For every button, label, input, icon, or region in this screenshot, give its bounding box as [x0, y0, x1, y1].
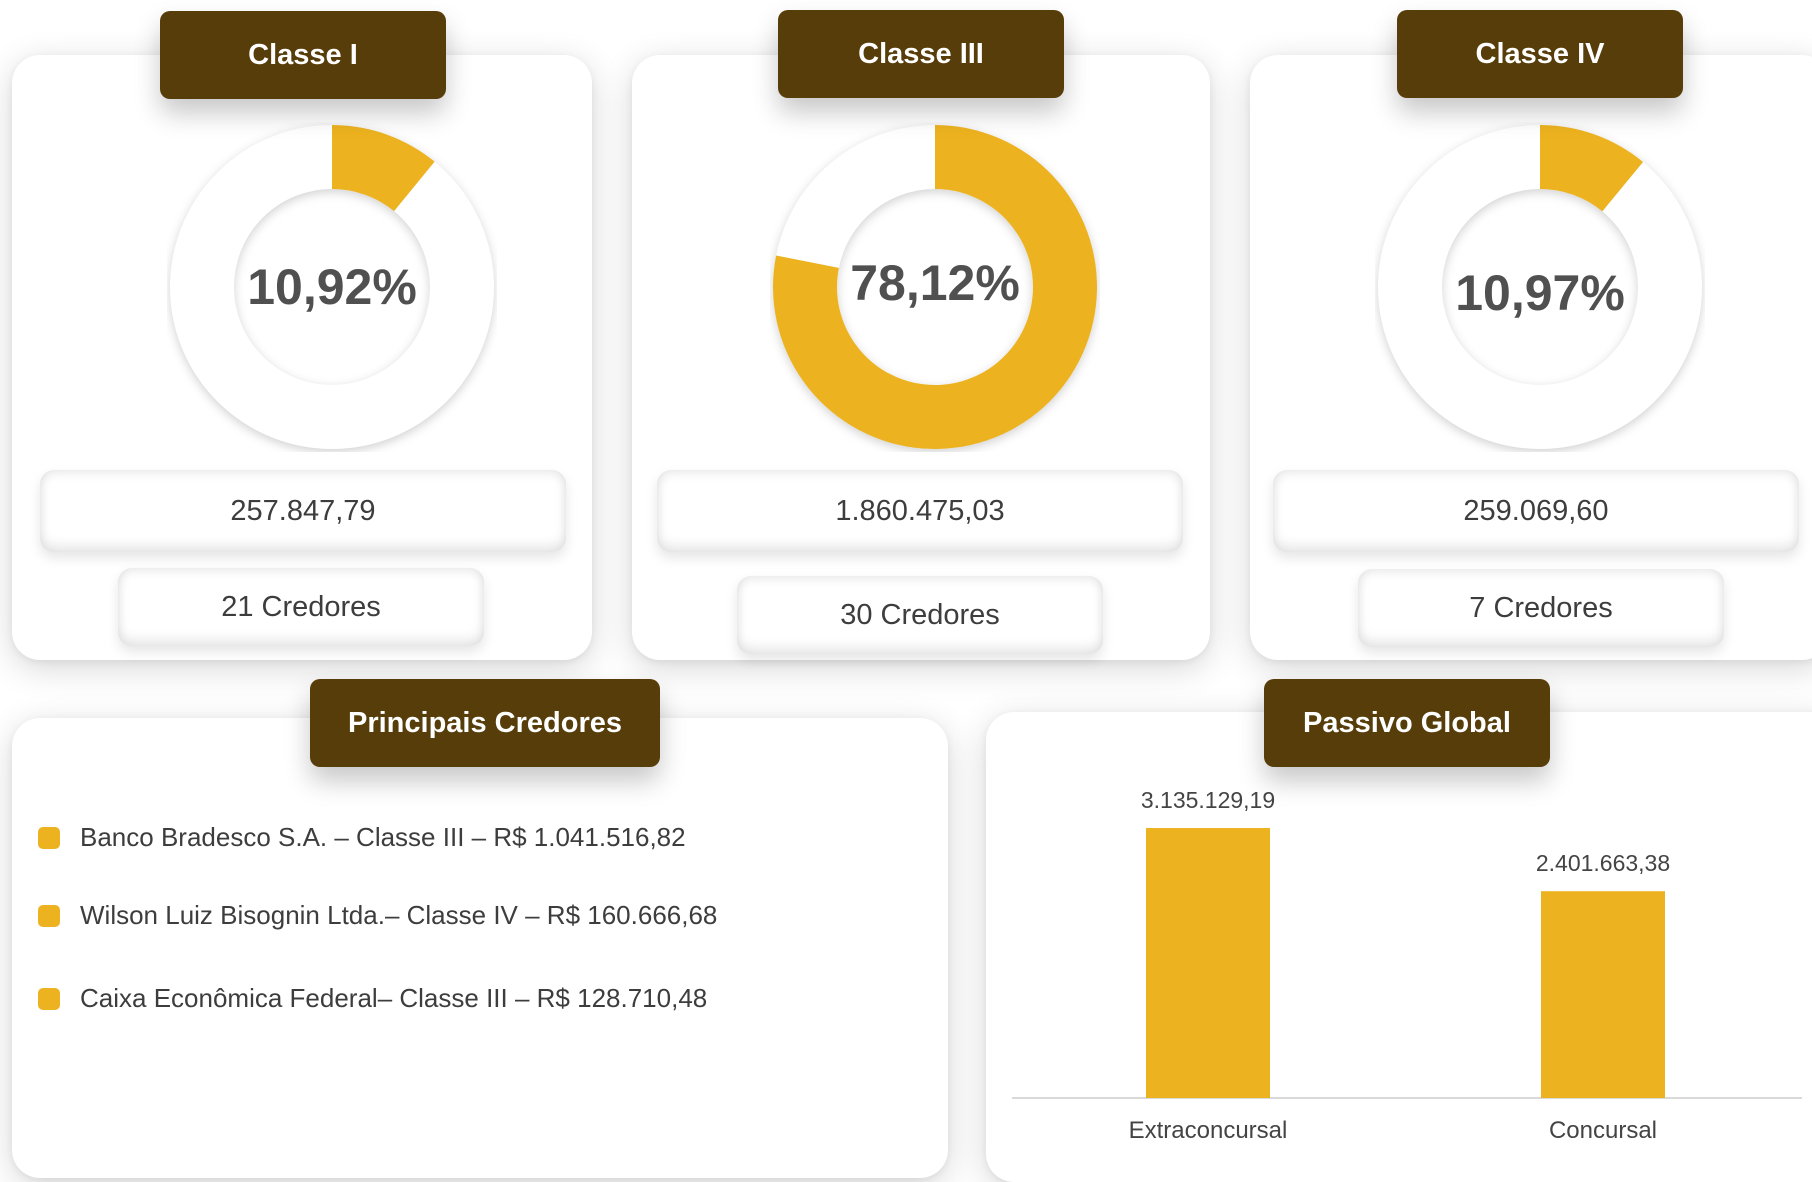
class-1-value: 257.847,79	[40, 470, 566, 552]
list-item: Wilson Luiz Bisognin Ltda.– Classe IV – …	[38, 900, 717, 931]
creditor-text: Wilson Luiz Bisognin Ltda.– Classe IV – …	[80, 900, 718, 930]
x-tick-label: Concursal	[1549, 1117, 1657, 1144]
passivo-global-title: Passivo Global	[1264, 679, 1550, 767]
class-1-creditors: 21 Credores	[118, 568, 484, 646]
class-3-title: Classe III	[778, 10, 1064, 98]
x-tick-label: Extraconcursal	[1129, 1117, 1288, 1144]
class-4-value: 259.069,60	[1273, 470, 1799, 552]
creditor-text: Banco Bradesco S.A. – Classe III – R$ 1.…	[80, 822, 686, 852]
donut-chart-classe-3: 78,12%	[770, 122, 1100, 452]
bar-value-label: 2.401.663,38	[1536, 850, 1670, 876]
bar-concursal	[1541, 891, 1665, 1098]
class-3-creditors: 30 Credores	[737, 576, 1103, 654]
donut-percent-label: 10,97%	[1455, 265, 1625, 321]
creditor-text: Caixa Econômica Federal– Classe III – R$…	[80, 983, 708, 1013]
donut-percent-label: 10,92%	[247, 259, 417, 315]
bar-extraconcursal	[1146, 828, 1270, 1098]
list-item: Banco Bradesco S.A. – Classe III – R$ 1.…	[38, 822, 686, 853]
bar-value-label: 3.135.129,19	[1141, 787, 1275, 813]
donut-percent-label: 78,12%	[850, 255, 1020, 311]
bullet-icon	[38, 904, 60, 927]
class-3-value: 1.860.475,03	[657, 470, 1183, 552]
bullet-icon	[38, 987, 60, 1010]
principais-credores-title: Principais Credores	[310, 679, 660, 767]
donut-chart-classe-1: 10,92%	[167, 122, 497, 452]
bullet-icon	[38, 826, 60, 849]
passivo-global-bar-chart: 3.135.129,19 Extraconcursal 2.401.663,38 Co…	[1012, 787, 1802, 1144]
donut-chart-classe-4: 10,97%	[1375, 122, 1705, 452]
principais-credores-card	[12, 718, 948, 1178]
class-4-title: Classe IV	[1397, 10, 1683, 98]
list-item: Caixa Econômica Federal– Classe III – R$…	[38, 983, 707, 1014]
class-4-creditors: 7 Credores	[1358, 569, 1724, 647]
class-1-title: Classe I	[160, 11, 446, 99]
